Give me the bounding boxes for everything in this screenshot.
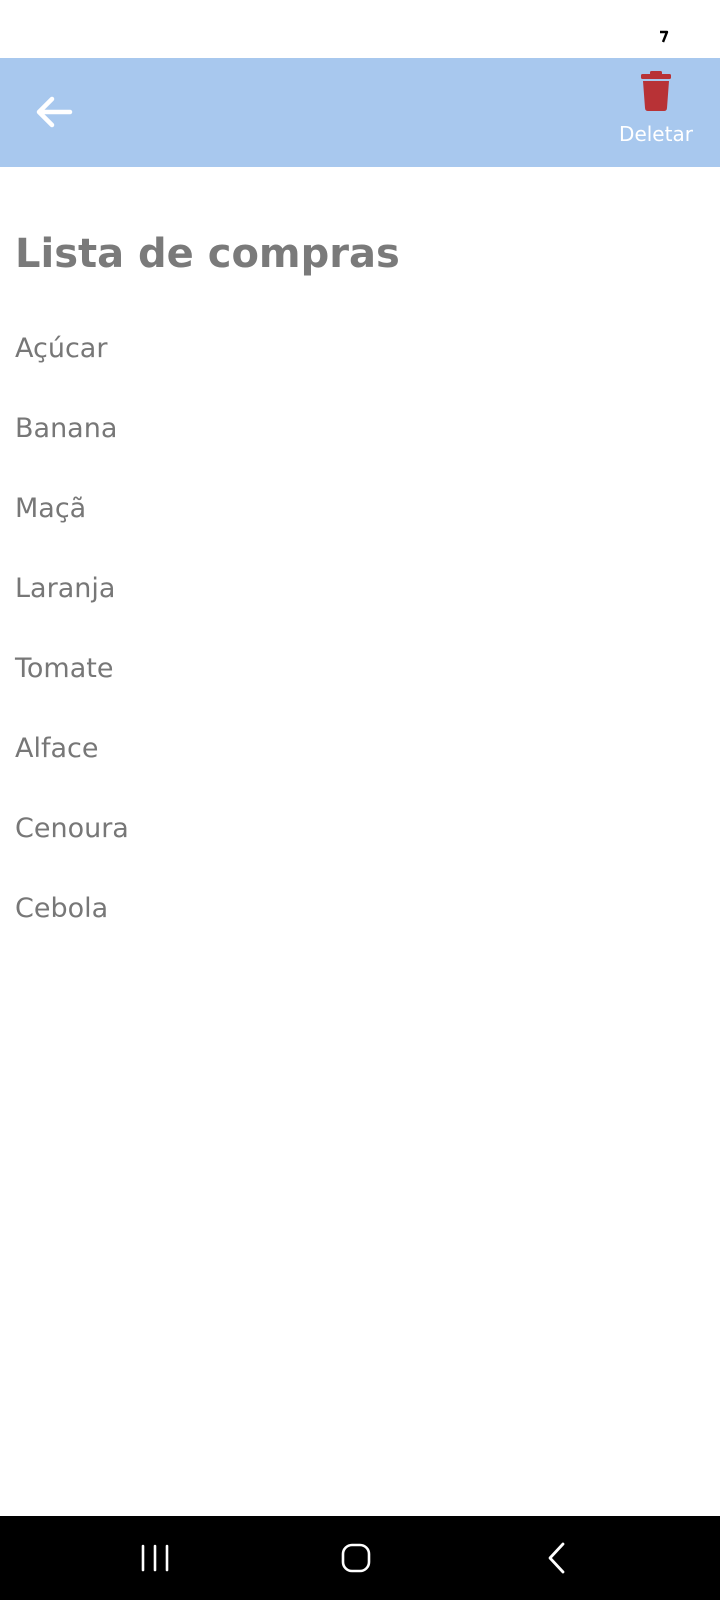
app-bar: Deletar [0, 58, 720, 167]
delete-button[interactable]: Deletar [610, 68, 702, 156]
system-nav-bar [0, 1516, 720, 1600]
back-chevron-icon [548, 1542, 565, 1574]
signal-icon [660, 30, 669, 43]
recents-button[interactable] [125, 1528, 185, 1588]
trash-icon [636, 68, 676, 114]
list-item[interactable]: Açúcar [0, 308, 720, 388]
recents-icon [141, 1544, 169, 1572]
list-item[interactable]: Cenoura [0, 788, 720, 868]
screen: Deletar Lista de compras Açúcar Banana M… [0, 0, 720, 1600]
arrow-left-icon [36, 96, 73, 128]
status-bar [0, 0, 720, 58]
list-item[interactable]: Banana [0, 388, 720, 468]
back-button[interactable] [24, 82, 84, 142]
delete-label: Deletar [619, 122, 693, 146]
page-title: Lista de compras [15, 231, 400, 277]
nav-back-button[interactable] [527, 1528, 587, 1588]
home-button[interactable] [326, 1528, 386, 1588]
shopping-list: Açúcar Banana Maçã Laranja Tomate Alface… [0, 308, 720, 948]
list-item[interactable]: Tomate [0, 628, 720, 708]
home-icon [341, 1543, 371, 1573]
list-item[interactable]: Cebola [0, 868, 720, 948]
list-item[interactable]: Laranja [0, 548, 720, 628]
list-item[interactable]: Maçã [0, 468, 720, 548]
list-item[interactable]: Alface [0, 708, 720, 788]
